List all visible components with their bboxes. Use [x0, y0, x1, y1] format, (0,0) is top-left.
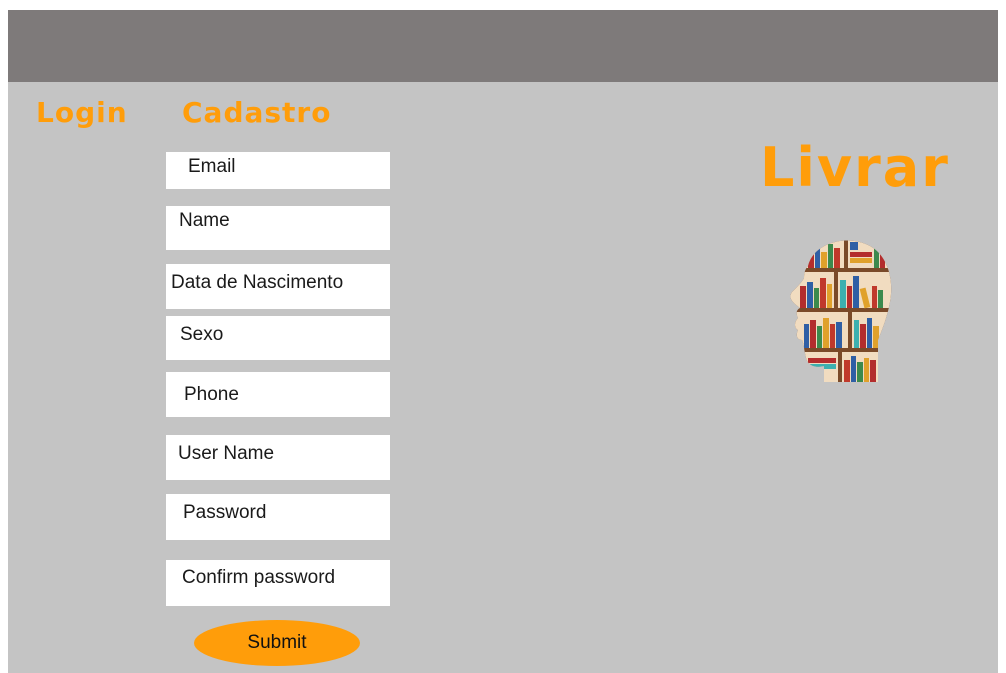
submit-button[interactable]: Submit: [194, 620, 360, 666]
email-field[interactable]: Email: [166, 152, 390, 189]
password-field-label: Password: [183, 502, 267, 523]
username-field[interactable]: User Name: [166, 435, 390, 480]
name-field[interactable]: Name: [166, 206, 390, 250]
phone-field-label: Phone: [184, 384, 239, 405]
brand-title: Livrar: [760, 136, 950, 199]
confirm-password-field[interactable]: Confirm password: [166, 560, 390, 606]
name-field-label: Name: [179, 210, 230, 231]
username-field-label: User Name: [178, 443, 275, 464]
email-field-label: Email: [188, 156, 236, 177]
tab-cadastro[interactable]: Cadastro: [182, 96, 331, 130]
birthdate-field-label: Data de Nascimento: [171, 272, 344, 293]
confirm-password-field-label: Confirm password: [182, 567, 336, 588]
birthdate-field[interactable]: Data de Nascimento: [166, 264, 390, 309]
phone-field[interactable]: Phone: [166, 372, 390, 417]
top-bar: [8, 10, 998, 82]
app-frame: Login Cadastro Email Name Data de Nascim…: [8, 10, 998, 673]
head-bookshelf-icon: [778, 232, 894, 384]
tab-login[interactable]: Login: [36, 96, 128, 130]
sexo-field-label: Sexo: [180, 324, 224, 345]
password-field[interactable]: Password: [166, 494, 390, 540]
sexo-field[interactable]: Sexo: [166, 316, 390, 360]
